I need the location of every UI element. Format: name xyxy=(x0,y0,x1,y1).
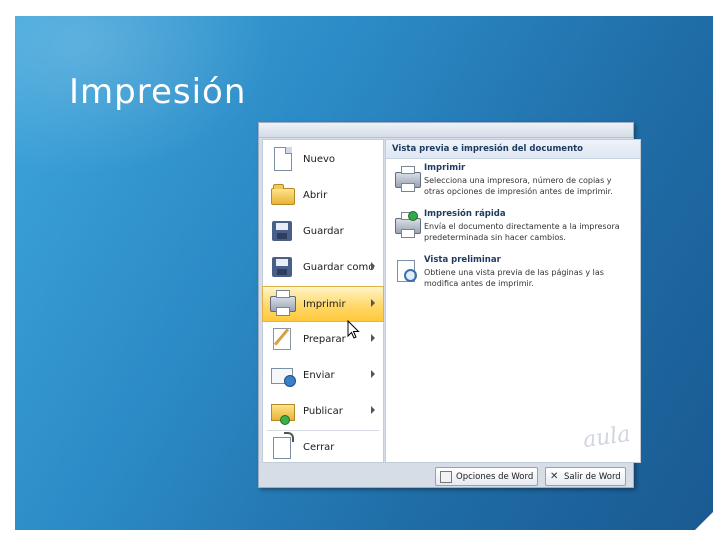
open-folder-icon xyxy=(267,180,297,210)
save-as-icon xyxy=(267,252,297,282)
save-disk-icon xyxy=(267,216,297,246)
menu-item-label: Imprimir xyxy=(303,298,346,310)
menu-item-guardar[interactable]: Guardar xyxy=(263,214,383,248)
menu-item-enviar[interactable]: Enviar xyxy=(263,358,383,392)
menu-item-abrir[interactable]: Abrir xyxy=(263,178,383,212)
menu-item-label: Cerrar xyxy=(303,441,335,453)
menu-item-label: Preparar xyxy=(303,333,346,345)
printer-icon xyxy=(392,165,421,192)
aula-clic-watermark: aula xyxy=(581,421,632,454)
page-corner-fold xyxy=(695,512,713,530)
print-options-pane: Vista previa e impresión del documento I… xyxy=(385,139,641,463)
menu-top-bar xyxy=(259,123,633,138)
slide-background: Impresión Nuevo Abrir Guardar Guardar co… xyxy=(15,16,713,530)
exit-word-button[interactable]: ✕ Salir de Word xyxy=(545,467,626,486)
menu-item-nuevo[interactable]: Nuevo xyxy=(263,142,383,176)
office-menu: Nuevo Abrir Guardar Guardar como Imprimi… xyxy=(258,122,641,488)
menu-item-preparar[interactable]: Preparar xyxy=(263,322,383,356)
word-options-label: Opciones de Word xyxy=(456,471,534,482)
new-document-icon xyxy=(267,144,297,174)
publish-icon xyxy=(267,396,297,426)
panel-title: Vista previa e impresión del documento xyxy=(386,140,640,159)
print-preview-icon xyxy=(392,257,418,283)
option-title: Impresión rápida xyxy=(424,209,506,219)
menu-item-guardar-como[interactable]: Guardar como xyxy=(263,250,383,284)
quick-print-icon xyxy=(392,211,421,238)
close-icon: ✕ xyxy=(550,470,559,482)
menu-item-label: Enviar xyxy=(303,369,335,381)
menu-commands-pane: Nuevo Abrir Guardar Guardar como Imprimi… xyxy=(262,139,384,463)
options-icon xyxy=(440,470,452,483)
menu-item-label: Guardar xyxy=(303,225,344,237)
chevron-right-icon xyxy=(371,299,375,307)
option-title: Imprimir xyxy=(424,163,466,173)
menu-item-label: Abrir xyxy=(303,189,328,201)
chevron-right-icon xyxy=(371,370,375,378)
menu-item-label: Publicar xyxy=(303,405,343,417)
option-impresion-rapida[interactable]: Impresión rápida Envía el documento dire… xyxy=(386,207,640,251)
option-title: Vista preliminar xyxy=(424,255,501,265)
word-options-button[interactable]: Opciones de Word xyxy=(435,467,539,486)
menu-item-imprimir[interactable]: Imprimir xyxy=(262,286,384,322)
slide-title: Impresión xyxy=(69,72,247,112)
option-description: Envía el documento directamente a la imp… xyxy=(424,222,620,242)
chevron-right-icon xyxy=(371,262,375,270)
close-document-icon xyxy=(267,432,297,462)
option-imprimir[interactable]: Imprimir Selecciona una impresora, númer… xyxy=(386,161,640,205)
option-description: Selecciona una impresora, número de copi… xyxy=(424,176,613,196)
printer-icon xyxy=(267,289,297,319)
menu-footer: Opciones de Word ✕ Salir de Word xyxy=(259,465,633,487)
menu-item-publicar[interactable]: Publicar xyxy=(263,394,383,428)
chevron-right-icon xyxy=(371,334,375,342)
menu-item-label: Guardar como xyxy=(303,261,375,273)
mouse-cursor-icon xyxy=(347,320,360,339)
option-vista-preliminar[interactable]: Vista preliminar Obtiene una vista previ… xyxy=(386,253,640,297)
option-description: Obtiene una vista previa de las páginas … xyxy=(424,268,604,288)
exit-word-label: Salir de Word xyxy=(564,471,621,482)
menu-item-cerrar[interactable]: Cerrar xyxy=(263,430,383,464)
menu-item-label: Nuevo xyxy=(303,153,336,165)
chevron-right-icon xyxy=(371,406,375,414)
prepare-icon xyxy=(267,324,297,354)
send-icon xyxy=(267,360,297,390)
